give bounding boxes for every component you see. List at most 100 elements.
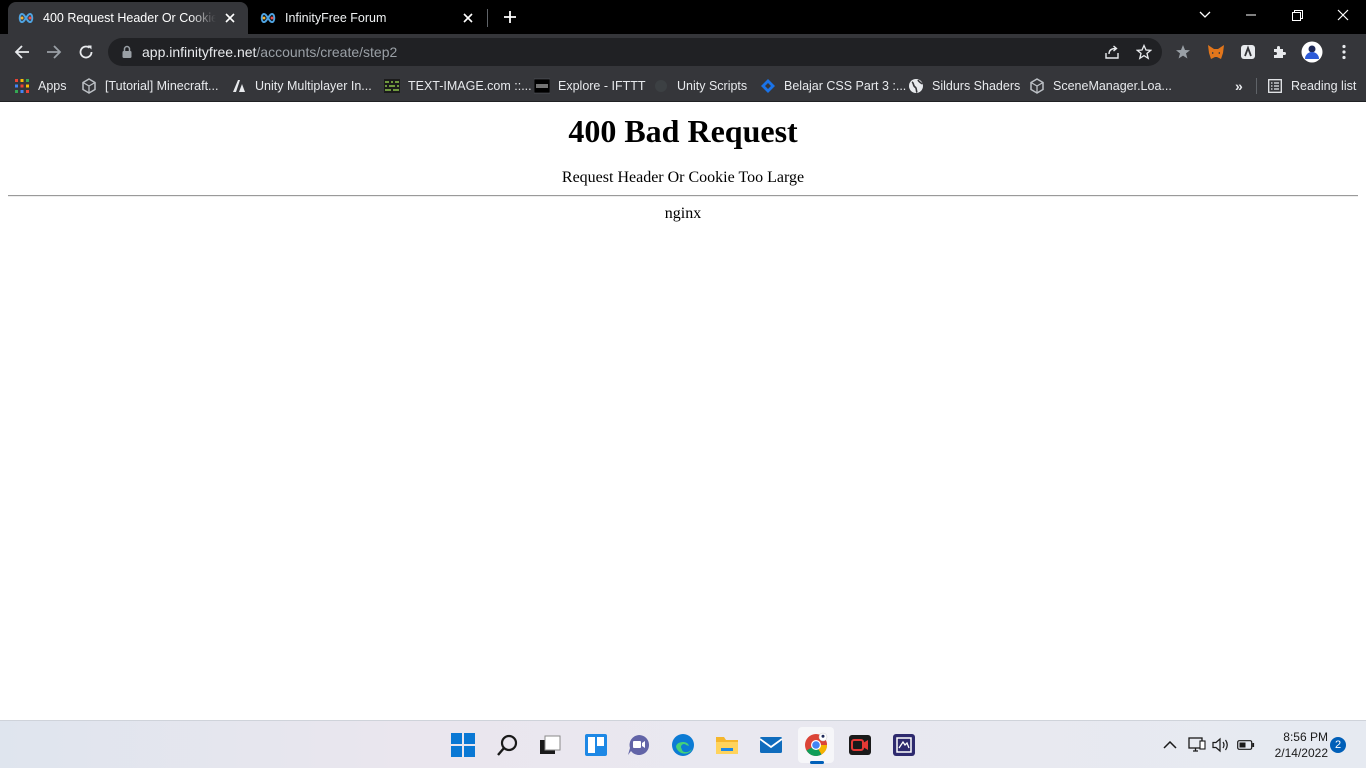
- tab-infinityfree-forum[interactable]: InfinityFree Forum: [250, 2, 486, 34]
- metamask-extension-button[interactable]: [1202, 38, 1230, 66]
- forward-button[interactable]: [40, 38, 68, 66]
- reading-list-icon: [1267, 78, 1283, 94]
- speaker-icon: [1212, 737, 1228, 753]
- ifttt-icon: [534, 78, 550, 94]
- chrome-button[interactable]: [798, 727, 834, 763]
- extension-button[interactable]: [1234, 38, 1262, 66]
- profile-avatar-button[interactable]: [1298, 38, 1326, 66]
- bookmarks-bar: Apps [Tutorial] Minecraft... Unity Multi…: [0, 70, 1366, 102]
- tab-strip: 400 Request Header Or Cookie Too Large I…: [0, 0, 1366, 34]
- infinityfree-favicon-icon: [18, 10, 34, 26]
- chevron-down-icon: [1199, 11, 1211, 18]
- bookmark-manager-star-button[interactable]: [1169, 38, 1197, 66]
- notification-badge[interactable]: 2: [1330, 737, 1346, 753]
- new-tab-button[interactable]: [498, 5, 522, 29]
- volume-button[interactable]: [1211, 735, 1231, 755]
- show-hidden-icons-button[interactable]: [1160, 735, 1180, 755]
- mail-button[interactable]: [753, 727, 789, 763]
- bookmarks-overflow-button[interactable]: »: [1235, 75, 1243, 97]
- bookmark-label: TEXT-IMAGE.com ::...: [408, 79, 532, 93]
- star-filled-icon: [1176, 45, 1190, 59]
- file-explorer-button[interactable]: [709, 727, 745, 763]
- bookmark-text-image[interactable]: TEXT-IMAGE.com ::...: [384, 75, 532, 97]
- chat-icon: [628, 735, 649, 755]
- windows-logo-icon: [451, 733, 475, 757]
- widgets-button[interactable]: [578, 727, 614, 763]
- app-button[interactable]: [886, 727, 922, 763]
- chrome-icon: [805, 732, 828, 756]
- tab-active[interactable]: 400 Request Header Or Cookie Too Large: [8, 2, 248, 34]
- bookmark-unity-multiplayer[interactable]: Unity Multiplayer In...: [231, 75, 372, 97]
- reading-list-label: Reading list: [1291, 79, 1357, 93]
- battery-button[interactable]: [1236, 735, 1256, 755]
- text-image-icon: [384, 78, 400, 94]
- screen-recorder-button[interactable]: [842, 727, 878, 763]
- close-tab-icon[interactable]: [460, 10, 476, 26]
- clock-date: 2/14/2022: [1274, 746, 1328, 760]
- task-view-icon: [540, 735, 561, 754]
- restore-button[interactable]: [1274, 0, 1320, 30]
- edge-icon: [672, 734, 694, 756]
- lock-icon[interactable]: [119, 44, 135, 60]
- bookmark-label: SceneManager.Loa...: [1053, 79, 1172, 93]
- start-button[interactable]: [445, 727, 481, 763]
- reload-icon: [79, 45, 93, 59]
- tab-search-button[interactable]: [1182, 0, 1228, 30]
- search-button[interactable]: [490, 727, 526, 763]
- minimize-icon: [1246, 14, 1256, 16]
- share-icon: [1105, 45, 1119, 59]
- url-text[interactable]: app.infinityfree.net/accounts/create/ste…: [142, 44, 397, 60]
- extensions-menu-button[interactable]: [1266, 38, 1294, 66]
- bookmark-unity-scripts[interactable]: Unity Scripts: [653, 75, 747, 97]
- star-outline-icon: [1136, 44, 1152, 60]
- restore-icon: [1291, 9, 1303, 21]
- edge-button[interactable]: [665, 727, 701, 763]
- unity-multiplayer-icon: [231, 78, 247, 94]
- chevron-double-right-icon: »: [1235, 78, 1243, 94]
- bookmark-apps[interactable]: Apps: [14, 75, 67, 97]
- server-signature: nginx: [664, 205, 702, 222]
- bookmark-sildurs-shaders[interactable]: Sildurs Shaders: [908, 75, 1020, 97]
- bookmark-label: Apps: [38, 79, 67, 93]
- tab-title: InfinityFree Forum: [285, 11, 387, 25]
- windows-taskbar: 8:56 PM 2/14/2022 2: [0, 720, 1366, 768]
- share-button[interactable]: [1100, 40, 1124, 64]
- network-button[interactable]: [1187, 735, 1207, 755]
- extension-logo-icon: [1241, 45, 1255, 59]
- teams-chat-button[interactable]: [621, 727, 657, 763]
- bookmark-tutorial-minecraft[interactable]: [Tutorial] Minecraft...: [81, 75, 218, 97]
- arrow-left-icon: [14, 45, 29, 59]
- tab-divider: [487, 9, 488, 27]
- bookmark-label: Sildurs Shaders: [932, 79, 1021, 93]
- address-bar[interactable]: app.infinityfree.net/accounts/create/ste…: [108, 38, 1162, 66]
- unity-icon: [81, 78, 97, 94]
- diamond-icon: [760, 78, 776, 94]
- bookmark-star-button[interactable]: [1132, 40, 1156, 64]
- bookmark-label: Unity Scripts: [677, 79, 748, 93]
- more-vertical-icon: [1342, 44, 1346, 60]
- bookmark-label: [Tutorial] Minecraft...: [105, 79, 219, 93]
- arrow-right-icon: [47, 45, 62, 59]
- task-view-button[interactable]: [532, 727, 568, 763]
- error-message: Request Header Or Cookie Too Large: [561, 169, 805, 186]
- apps-grid-icon: [14, 78, 30, 94]
- minimize-button[interactable]: [1228, 0, 1274, 30]
- url-path: /accounts/create/step2: [256, 44, 398, 60]
- browser-menu-button[interactable]: [1330, 38, 1358, 66]
- close-icon: [1337, 9, 1349, 21]
- unity-icon: [1029, 78, 1045, 94]
- tab-title: 400 Request Header Or Cookie Too Large: [43, 11, 216, 25]
- chrome-running-indicator: [810, 761, 824, 764]
- bookmark-scenemanager[interactable]: SceneManager.Loa...: [1029, 75, 1172, 97]
- clock[interactable]: 8:56 PM 2/14/2022: [1262, 729, 1328, 761]
- avatar-icon: [1301, 41, 1323, 63]
- bookmark-belajar-css[interactable]: Belajar CSS Part 3 :...: [760, 75, 906, 97]
- bookmark-ifttt[interactable]: Explore - IFTTT: [534, 75, 646, 97]
- plus-icon: [504, 11, 516, 23]
- reload-button[interactable]: [72, 38, 100, 66]
- back-button[interactable]: [8, 38, 36, 66]
- close-tab-icon[interactable]: [222, 10, 238, 26]
- close-window-button[interactable]: [1320, 0, 1366, 30]
- reading-list-button[interactable]: Reading list: [1267, 75, 1356, 97]
- search-icon: [497, 734, 518, 756]
